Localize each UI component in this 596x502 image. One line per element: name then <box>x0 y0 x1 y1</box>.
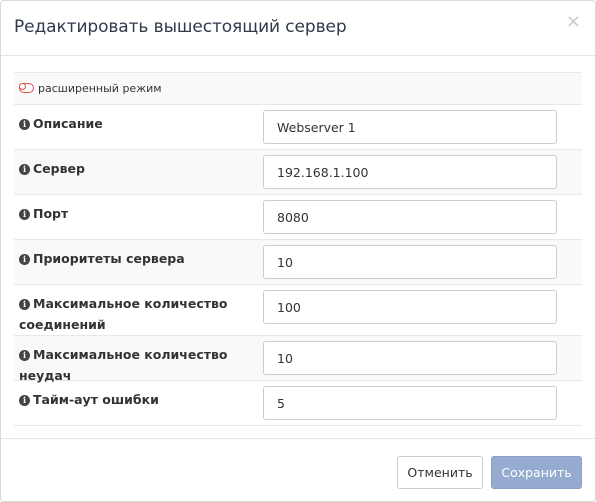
field-label-max-failures: i Максимальное количество неудач <box>19 347 228 383</box>
dialog-header: Редактировать вышестоящий сервер × <box>1 1 595 56</box>
close-icon[interactable]: × <box>566 13 581 31</box>
advanced-mode-label[interactable]: расширенный режим <box>38 82 162 95</box>
info-icon[interactable]: i <box>19 164 30 175</box>
max-connections-input[interactable] <box>263 290 557 324</box>
field-row-description: i Описание <box>14 105 582 150</box>
edit-upstream-server-dialog: Редактировать вышестоящий сервер × расши… <box>0 0 596 502</box>
save-button[interactable]: Сохранить <box>491 456 582 489</box>
info-icon[interactable]: i <box>19 395 30 406</box>
field-label-fail-timeout: i Тайм-аут ошибки <box>19 389 254 410</box>
info-icon[interactable]: i <box>19 254 30 265</box>
form-table: расширенный режим iОписание iСервер iПор… <box>14 72 582 426</box>
field-row-max-failures: i Максимальное количество неудач <box>14 336 582 383</box>
server-priority-input[interactable] <box>263 245 557 279</box>
field-row-max-connections: i Максимальное количество соединений <box>14 285 582 336</box>
info-icon[interactable]: i <box>19 350 30 361</box>
dialog-title: Редактировать вышестоящий сервер <box>14 17 347 37</box>
fail-timeout-input[interactable] <box>263 386 557 420</box>
info-icon[interactable]: i <box>19 119 30 130</box>
field-row-server-priority: i Приоритеты сервера <box>14 240 582 285</box>
cancel-button[interactable]: Отменить <box>397 456 483 489</box>
dialog-footer: Отменить Сохранить <box>1 438 595 502</box>
info-icon[interactable]: i <box>19 209 30 220</box>
max-failures-input[interactable] <box>263 341 557 375</box>
field-label-server: i Сервер <box>19 158 254 179</box>
advanced-mode-row: расширенный режим <box>14 73 582 105</box>
info-icon[interactable]: i <box>19 299 30 310</box>
advanced-mode-toggle-icon[interactable] <box>19 83 34 93</box>
field-label-port: i Порт <box>19 203 254 224</box>
field-label-description: i Описание <box>19 113 254 134</box>
server-input[interactable] <box>263 155 557 189</box>
port-input[interactable] <box>263 200 557 234</box>
description-input[interactable] <box>263 110 557 144</box>
field-row-server: i Сервер <box>14 150 582 195</box>
field-label-max-connections: i Максимальное количество соединений <box>19 296 228 332</box>
field-row-fail-timeout: i Тайм-аут ошибки <box>14 381 582 426</box>
field-row-port: i Порт <box>14 195 582 240</box>
field-label-server-priority: i Приоритеты сервера <box>19 248 254 269</box>
